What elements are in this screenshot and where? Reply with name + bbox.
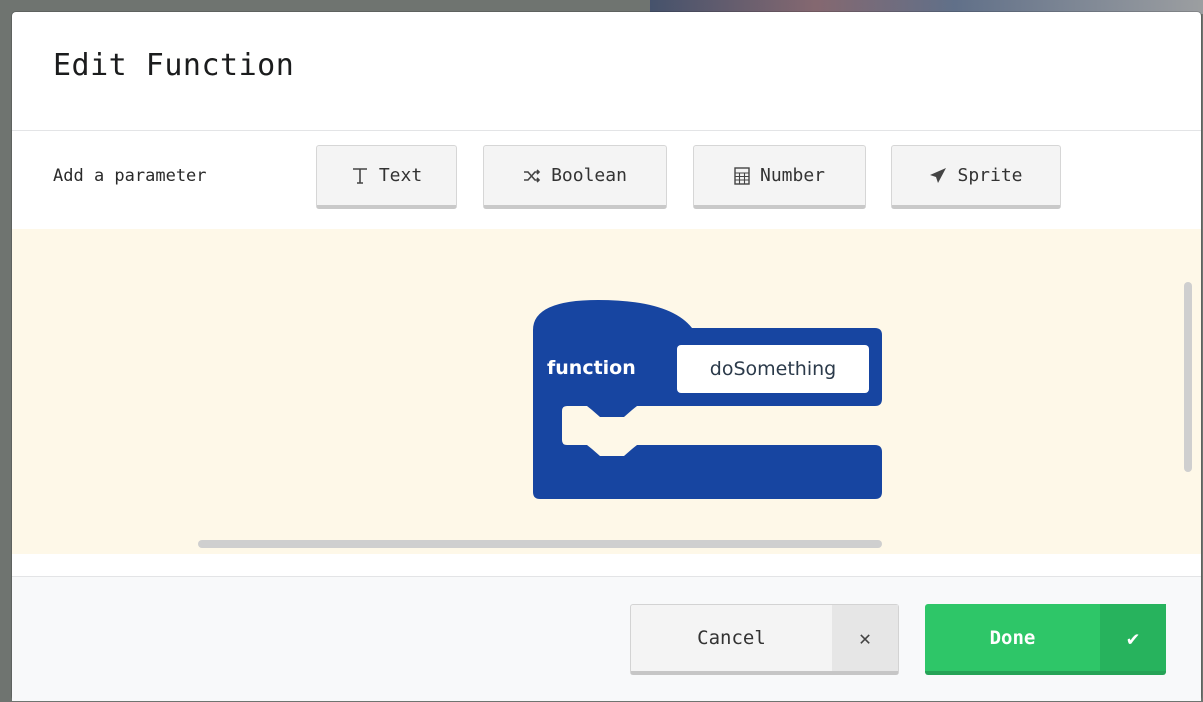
function-keyword: function [547, 357, 636, 379]
add-number-parameter-label: Number [759, 165, 826, 186]
add-text-parameter-button[interactable]: Text [316, 145, 457, 209]
done-button-label: Done [989, 626, 1036, 649]
add-text-parameter-label: Text [378, 165, 423, 186]
add-sprite-parameter-label: Sprite [957, 165, 1023, 186]
done-button[interactable]: Done ✔ [925, 604, 1166, 675]
paper-plane-icon [929, 167, 947, 185]
add-sprite-parameter-button[interactable]: Sprite [891, 145, 1061, 209]
text-cursor-icon [351, 167, 369, 185]
close-icon: ✕ [832, 605, 898, 671]
check-icon: ✔ [1100, 604, 1166, 671]
dialog-header: Edit Function [12, 12, 1201, 131]
add-number-parameter-button[interactable]: Number [693, 145, 866, 209]
calculator-icon [734, 166, 750, 185]
add-boolean-parameter-button[interactable]: Boolean [483, 145, 667, 209]
add-parameter-label: Add a parameter [53, 166, 207, 186]
vertical-scrollbar[interactable] [1184, 282, 1192, 472]
function-name-field[interactable]: doSomething [677, 345, 869, 393]
add-boolean-parameter-label: Boolean [551, 165, 627, 186]
cancel-button-label: Cancel [697, 627, 766, 649]
cancel-button[interactable]: Cancel ✕ [630, 604, 899, 675]
shuffle-icon [523, 168, 541, 184]
horizontal-scrollbar[interactable] [198, 540, 882, 548]
dialog-title: Edit Function [53, 47, 295, 83]
function-definition-block[interactable] [520, 286, 890, 506]
